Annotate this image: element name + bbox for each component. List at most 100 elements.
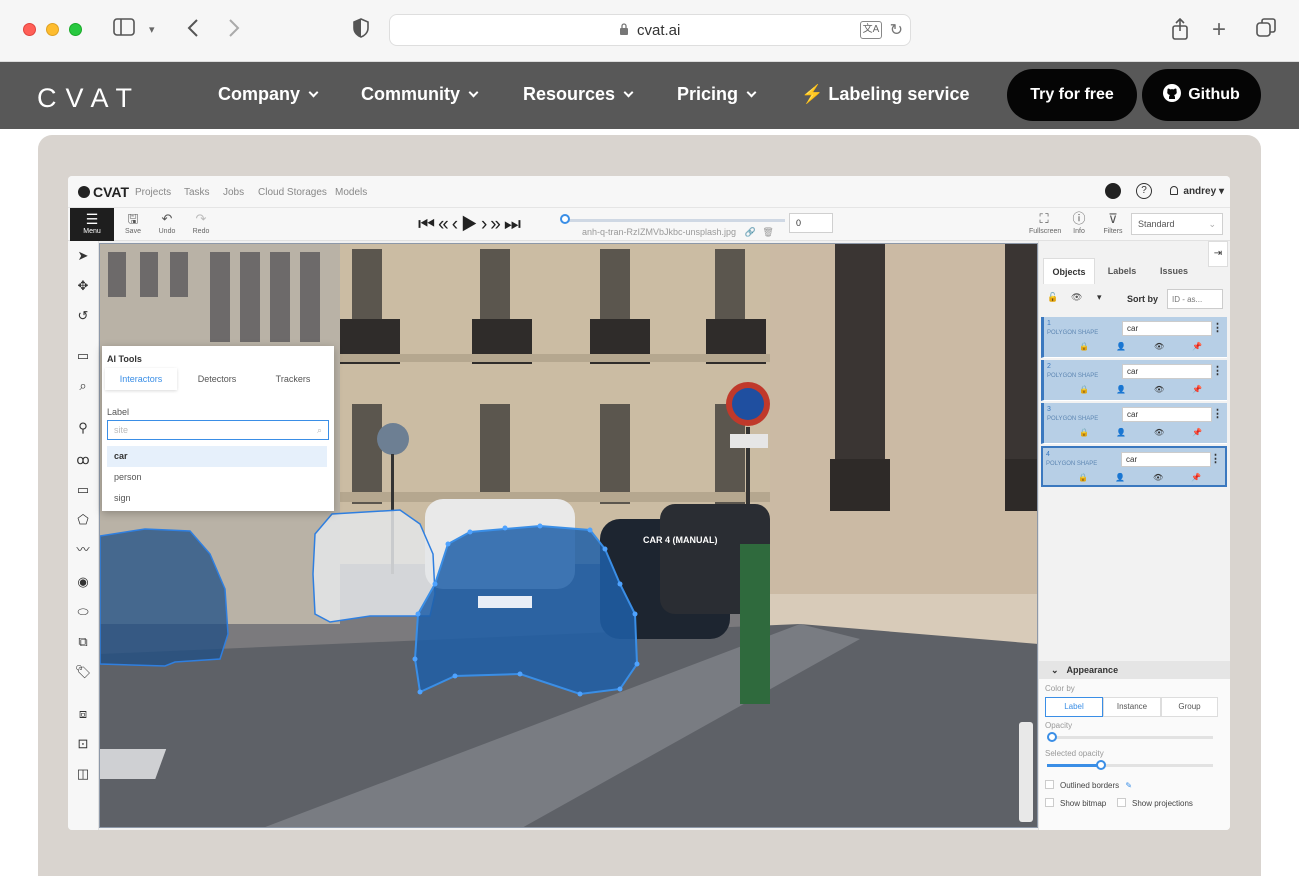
label-option-person[interactable]: person [107,467,327,488]
pin-icon[interactable]: 📌 [1192,428,1202,437]
link-icon[interactable]: 🔗 [745,227,756,237]
object-label-select[interactable]: car [1121,452,1211,467]
github-icon[interactable] [1105,183,1121,199]
app-nav-projects[interactable]: Projects [135,187,171,198]
polygon-car-4[interactable] [413,524,639,696]
opacity-slider[interactable] [1047,736,1213,739]
ai-tools-icon[interactable]: ꝏ [74,451,92,469]
info-button[interactable]: ⓘ Info [1064,210,1094,235]
previous-frame-icon[interactable]: ‹ [452,214,461,235]
filters-button[interactable]: ⊽ Filters [1098,210,1128,235]
split-icon[interactable]: ◫ [74,765,92,783]
move-icon[interactable]: ✥ [74,277,92,295]
user-menu[interactable]: andrey ▾ [1170,186,1224,197]
polygon-icon[interactable]: ⬠ [74,511,92,529]
label-option-car[interactable]: car [107,446,327,467]
nav-labeling-service[interactable]: ⚡ Labeling service [801,84,969,105]
shield-icon[interactable] [352,18,370,44]
eye-icon[interactable]: 👁 [1154,342,1164,351]
last-frame-icon[interactable]: ⏭ [504,214,524,235]
back-icon[interactable] [186,18,200,44]
label-search-input[interactable]: site ⌕ [107,420,329,440]
user-icon[interactable]: 👤 [1116,385,1126,394]
nav-company[interactable]: Company [218,84,319,105]
object-label-select[interactable]: car [1122,407,1212,422]
try-for-free-button[interactable]: Try for free [1007,69,1137,121]
object-label-select[interactable]: car [1122,364,1212,379]
lock-icon[interactable]: 🔒 [1079,385,1089,394]
opacity-slider-handle[interactable] [1047,732,1057,742]
points-icon[interactable]: ◉ [74,573,92,591]
menu-button[interactable]: ☰ Menu [70,208,114,241]
address-bar[interactable]: cvat.ai 文A ↻ [389,14,911,46]
cvat-logo[interactable]: CVAT [37,83,141,114]
sidebar-icon[interactable] [113,18,135,42]
object-item[interactable]: 4 POLYGON SHAPE car ⋮ 🔒 👤 👁 📌 [1041,446,1227,487]
app-nav-models[interactable]: Models [335,187,367,198]
selected-opacity-slider-handle[interactable] [1096,760,1106,770]
nav-resources[interactable]: Resources [523,84,634,105]
expand-all-icon[interactable]: ▾ [1097,292,1102,303]
frame-number-input[interactable]: 0 [789,213,833,233]
tab-detectors[interactable]: Detectors [181,368,253,390]
user-icon[interactable]: 👤 [1116,342,1126,351]
eye-icon[interactable]: 👁 [1153,473,1163,482]
tab-objects[interactable]: Objects [1043,258,1095,284]
redo-button[interactable]: ↷ Redo [186,210,216,235]
delete-frame-icon[interactable]: 🗑 [762,227,773,237]
share-icon[interactable] [1171,17,1189,46]
lock-icon[interactable]: 🔒 [1079,428,1089,437]
minimize-window-button[interactable] [46,23,59,36]
canvas-zoom-scrollbar[interactable] [1019,722,1033,822]
workspace-select[interactable]: Standard ⌄ [1131,213,1223,235]
tab-trackers[interactable]: Trackers [257,368,329,390]
app-logo[interactable]: CVAT [78,184,129,200]
tab-labels[interactable]: Labels [1097,258,1147,284]
object-item[interactable]: 3 POLYGON SHAPE car ⋮ 🔒 👤 👁 📌 [1041,403,1227,444]
new-tab-icon[interactable]: + [1212,18,1226,42]
ellipse-icon[interactable]: ⬭ [74,603,92,621]
color-by-instance-option[interactable]: Instance [1103,697,1161,717]
rectangle-icon[interactable]: ▭ [74,481,92,499]
app-nav-jobs[interactable]: Jobs [223,187,244,198]
tag-icon[interactable]: 🏷 [74,663,92,681]
tab-overview-icon[interactable] [1256,18,1276,44]
show-bitmap-checkbox[interactable]: Show bitmap [1045,798,1106,808]
object-item[interactable]: 2 POLYGON SHAPE car ⋮ 🔒 👤 👁 📌 [1041,360,1227,401]
translate-icon[interactable]: 文A [860,21,882,39]
chevron-down-icon[interactable]: ▾ [149,18,155,42]
eye-icon[interactable]: 👁 [1154,428,1164,437]
kebab-menu-icon[interactable]: ⋮ [1210,452,1221,465]
object-label-select[interactable]: car [1122,321,1212,336]
maximize-window-button[interactable] [69,23,82,36]
label-option-sign[interactable]: sign [107,488,327,509]
play-icon[interactable]: ▶ [461,214,481,235]
lock-icon[interactable]: 🔒 [1078,473,1088,482]
fast-backward-icon[interactable]: « [438,214,452,235]
pin-icon[interactable]: 📌 [1192,342,1202,351]
save-button[interactable]: 🖫 Save [118,210,148,235]
color-by-label-option[interactable]: Label [1045,697,1103,717]
undo-button[interactable]: ↶ Undo [152,210,182,235]
fit-image-icon[interactable]: ▭ [74,347,92,365]
object-item[interactable]: 1 POLYGON SHAPE car ⋮ 🔒 👤 👁 📌 [1041,317,1227,358]
kebab-menu-icon[interactable]: ⋮ [1212,364,1223,377]
frame-slider[interactable] [565,219,785,222]
close-window-button[interactable] [23,23,36,36]
next-frame-icon[interactable]: › [481,214,490,235]
app-nav-tasks[interactable]: Tasks [184,187,210,198]
kebab-menu-icon[interactable]: ⋮ [1212,407,1223,420]
cuboid-icon[interactable]: ⧉ [74,633,92,651]
pin-icon[interactable]: 📌 [1191,473,1201,482]
pencil-icon[interactable]: ✎ [1125,781,1132,790]
pin-icon[interactable]: 📌 [1192,385,1202,394]
annotation-canvas[interactable]: CAR 4 (MANUAL) [99,243,1038,828]
eye-icon[interactable]: 👁 [1154,385,1164,394]
show-projections-checkbox[interactable]: Show projections [1117,798,1193,808]
nav-community[interactable]: Community [361,84,479,105]
collapse-sidebar-icon[interactable]: ⇥ [1208,241,1228,267]
nav-pricing[interactable]: Pricing [677,84,757,105]
rotate-icon[interactable]: ↺ [74,307,92,325]
group-icon[interactable]: ⊡ [74,735,92,753]
sort-select[interactable]: ID - as... [1167,289,1223,309]
